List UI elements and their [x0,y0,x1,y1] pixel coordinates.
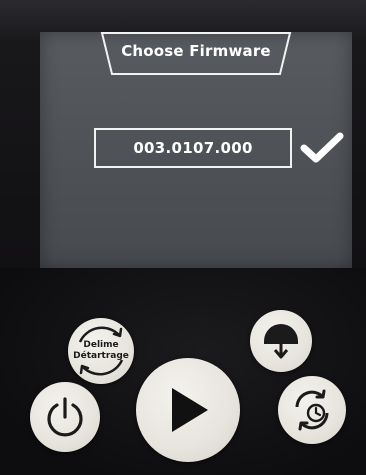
checkmark-icon[interactable] [298,130,346,166]
play-icon [172,388,208,432]
display-screen: Choose Firmware 003.0107.000 [40,32,352,268]
timer-button[interactable] [278,376,346,444]
dispense-button[interactable] [250,310,312,372]
delime-label: Delime Détartrage [68,318,134,384]
power-button[interactable] [30,382,100,452]
title-banner: Choose Firmware [98,32,294,76]
power-icon [47,397,83,437]
clock-cycle-icon [295,389,329,431]
delime-button[interactable]: Delime Détartrage [68,318,134,384]
firmware-version-value: 003.0107.000 [133,139,253,157]
delime-label-en: Delime [83,340,119,350]
delime-label-fr: Détartrage [73,351,129,361]
cup-dispense-icon [264,324,298,359]
device-frame: Choose Firmware 003.0107.000 Delime Déta… [0,0,366,475]
play-button[interactable] [136,358,240,462]
firmware-version-field[interactable]: 003.0107.000 [94,128,292,168]
screen-title: Choose Firmware [121,42,271,60]
